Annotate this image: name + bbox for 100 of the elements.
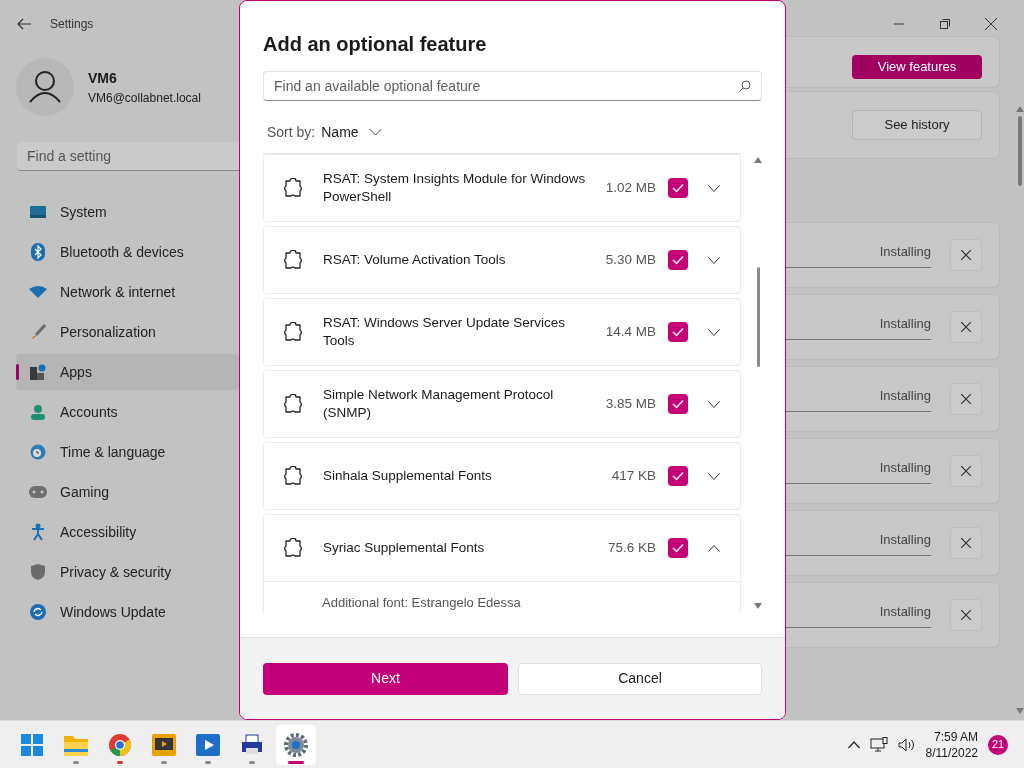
nav-item[interactable]: Apps <box>16 354 239 390</box>
windows-logo-icon <box>21 733 43 756</box>
search-field[interactable]: Find an available optional feature <box>263 71 762 101</box>
nav-item[interactable]: Windows Update <box>16 594 239 630</box>
checkbox[interactable] <box>668 394 688 414</box>
status-text: Installing <box>879 243 931 262</box>
close-icon <box>961 394 971 404</box>
chevron-up-icon <box>708 544 720 552</box>
apps-icon <box>30 364 46 380</box>
chevron-down-icon <box>708 328 720 336</box>
taskbar-app[interactable] <box>276 724 316 765</box>
close-icon <box>985 18 997 30</box>
cancel-install-button[interactable] <box>950 383 982 415</box>
checkbox[interactable] <box>668 178 688 198</box>
bluetooth-icon <box>31 243 45 261</box>
close-icon <box>961 466 971 476</box>
clock-date: 8/11/2022 <box>925 744 978 761</box>
avatar-icon <box>16 58 74 116</box>
feature-name: Sinhala Supplemental Fonts <box>323 467 493 485</box>
nav-label: Accessibility <box>60 522 137 542</box>
checkmark-icon <box>672 471 684 481</box>
nav-label: Personalization <box>60 322 156 342</box>
feature-name: RSAT: Volume Activation Tools <box>323 251 507 269</box>
scroll-thumb[interactable] <box>1018 116 1022 186</box>
cancel-install-button[interactable] <box>950 599 982 631</box>
nav-label: Network & internet <box>60 282 176 302</box>
view-features-button[interactable]: View features <box>852 55 982 79</box>
nav-label: System <box>60 202 107 222</box>
checkbox[interactable] <box>668 322 688 342</box>
chevron-down-icon <box>368 128 382 136</box>
feature-size: 5.30 MB <box>605 250 656 269</box>
clock-globe-icon <box>30 444 46 460</box>
status-text: Installing <box>879 387 931 406</box>
running-indicator <box>205 760 211 764</box>
nav-item[interactable]: Network & internet <box>16 274 239 310</box>
chevron-up-icon <box>847 740 860 749</box>
puzzle-icon <box>283 178 303 198</box>
feature-size: 417 KB <box>611 466 656 485</box>
search-field[interactable]: Find a setting <box>17 142 239 171</box>
search-icon <box>739 80 751 92</box>
feature-name: Simple Network Management Protocol (SNMP) <box>323 386 555 422</box>
feature-name: RSAT: System Insights Module for Windows PowerShell <box>323 170 587 206</box>
status-text: Installing <box>879 315 931 334</box>
nav-item[interactable]: Time & language <box>16 434 239 470</box>
chevron-down-icon <box>708 472 720 480</box>
notification-badge[interactable]: 21 <box>988 734 1008 755</box>
sort-dropdown[interactable]: Name <box>321 121 382 143</box>
dialog-title: Add an optional feature <box>263 32 488 57</box>
nav-item[interactable]: Personalization <box>16 314 239 350</box>
window-title: Settings <box>50 16 94 33</box>
cancel-button[interactable]: Cancel <box>518 662 762 695</box>
cancel-install-button[interactable] <box>950 527 982 559</box>
nav-item[interactable]: Bluetooth & devices <box>16 234 239 270</box>
nav-label: Time & language <box>60 442 166 462</box>
network-icon <box>869 736 888 753</box>
status-text: Installing <box>879 531 931 550</box>
restore-icon <box>940 19 950 29</box>
next-button[interactable]: Next <box>263 662 508 695</box>
scroll-thumb[interactable] <box>756 267 760 367</box>
scroll-up-icon[interactable] <box>1016 106 1024 112</box>
nav-item[interactable]: Privacy & security <box>16 554 239 590</box>
puzzle-icon <box>283 538 303 558</box>
nav-item[interactable]: Accessibility <box>16 514 239 550</box>
checkbox[interactable] <box>668 466 688 486</box>
feature-name: Syriac Supplemental Fonts <box>323 539 486 557</box>
feature-size: 75.6 KB <box>607 538 656 557</box>
volume-icon <box>897 737 916 752</box>
feature-size: 3.85 MB <box>605 394 656 413</box>
checkmark-icon <box>672 399 684 409</box>
refresh-icon <box>30 604 46 620</box>
cancel-install-button[interactable] <box>950 311 982 343</box>
wifi-icon <box>29 286 47 298</box>
paintbrush-icon <box>30 324 46 340</box>
nav-item[interactable]: Gaming <box>16 474 239 510</box>
scroll-down-icon[interactable] <box>754 603 762 609</box>
account-name: VM6 <box>88 68 118 88</box>
person-icon <box>30 404 46 420</box>
chrome-icon <box>109 733 131 756</box>
checkmark-icon <box>672 183 684 193</box>
gear-icon <box>284 732 308 757</box>
running-indicator <box>288 760 304 764</box>
nav-label: Bluetooth & devices <box>60 242 184 262</box>
monitor-icon <box>30 206 46 218</box>
running-indicator <box>117 760 123 764</box>
nav-label: Apps <box>60 362 92 382</box>
cancel-install-button[interactable] <box>950 239 982 271</box>
close-icon <box>961 538 971 548</box>
video-window-icon <box>152 733 176 756</box>
cancel-install-button[interactable] <box>950 455 982 487</box>
see-history-button[interactable]: See history <box>852 110 982 140</box>
nav-item[interactable]: System <box>16 194 239 230</box>
checkbox[interactable] <box>668 250 688 270</box>
scroll-up-icon[interactable] <box>754 157 762 163</box>
checkmark-icon <box>672 327 684 337</box>
running-indicator <box>73 760 79 764</box>
nav-label: Privacy & security <box>60 562 172 582</box>
checkbox[interactable] <box>668 538 688 558</box>
close-icon <box>961 322 971 332</box>
nav-item[interactable]: Accounts <box>16 394 239 430</box>
scroll-down-icon[interactable] <box>1016 708 1024 714</box>
